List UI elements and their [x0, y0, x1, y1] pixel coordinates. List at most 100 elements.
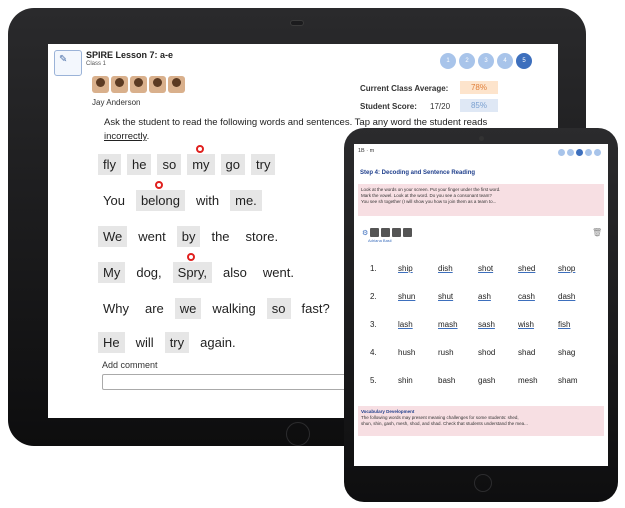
word-cell[interactable]: shin	[398, 376, 413, 385]
word-cell[interactable]: shad	[518, 348, 535, 357]
step-dot[interactable]	[594, 149, 601, 156]
error-mark-icon	[195, 145, 204, 153]
step-dot[interactable]	[576, 149, 583, 156]
word-cell[interactable]: shed	[518, 264, 535, 273]
word-chip[interactable]: You	[98, 190, 130, 211]
step-button-4[interactable]: 4	[497, 53, 513, 69]
word-chip[interactable]: my	[187, 145, 215, 175]
word-cell[interactable]: gash	[478, 376, 495, 385]
word-chip[interactable]: went.	[258, 262, 299, 283]
word-chip[interactable]: He	[98, 332, 125, 353]
word-chip[interactable]: dog,	[131, 262, 166, 283]
word-cell[interactable]: mesh	[518, 376, 538, 385]
row-number: 2.	[370, 292, 377, 301]
word-cell[interactable]: shod	[478, 348, 495, 357]
word-chip[interactable]: My	[98, 262, 126, 283]
word-cell[interactable]: rush	[438, 348, 454, 357]
avatar[interactable]	[130, 76, 147, 93]
word-cell[interactable]: dash	[558, 292, 575, 301]
home-button[interactable]	[286, 422, 310, 446]
word-cell[interactable]: lash	[398, 320, 413, 329]
avatar[interactable]	[370, 228, 380, 237]
word-chip[interactable]: Why	[98, 298, 134, 319]
word-cell[interactable]: shag	[558, 348, 575, 357]
word-chip[interactable]: he	[127, 154, 152, 175]
word-chip[interactable]: will	[131, 332, 159, 353]
row-number: 4.	[370, 348, 377, 357]
step-button-2[interactable]: 2	[459, 53, 475, 69]
word-chip[interactable]: try	[251, 154, 276, 175]
avatar[interactable]	[149, 76, 166, 93]
step-dot[interactable]	[567, 149, 574, 156]
reading-line: My dog, Spry, also went.	[98, 253, 305, 283]
comment-input[interactable]	[102, 374, 366, 390]
reading-line: He will try again.	[98, 332, 247, 353]
word-chip[interactable]: went	[133, 226, 170, 247]
word-chip[interactable]: we	[174, 298, 202, 319]
class-average-label: Current Class Average:	[360, 84, 449, 93]
row-number: 3.	[370, 320, 377, 329]
camera-icon	[479, 136, 484, 141]
word-cell[interactable]: sash	[478, 320, 495, 329]
word-chip[interactable]: fast?	[297, 298, 335, 319]
word-chip[interactable]: again.	[195, 332, 240, 353]
student-avatars	[92, 76, 185, 93]
word-cell[interactable]: fish	[558, 320, 570, 329]
word-cell[interactable]: cash	[518, 292, 535, 301]
row-number: 1.	[370, 264, 377, 273]
word-cell[interactable]: shun	[398, 292, 415, 301]
avatar[interactable]	[392, 228, 402, 237]
reading-line: Why are we walking so fast?	[98, 298, 341, 319]
word-chip[interactable]: the	[206, 226, 234, 247]
home-button[interactable]	[474, 474, 492, 492]
lesson-title: SPIRE Lesson 7: a-e	[86, 50, 174, 60]
word-cell[interactable]: dish	[438, 264, 453, 273]
word-cell[interactable]: mash	[438, 320, 458, 329]
step-button-1[interactable]: 1	[440, 53, 456, 69]
row-number: 5.	[370, 376, 377, 385]
word-chip[interactable]: belong	[135, 181, 185, 211]
word-cell[interactable]: ash	[478, 292, 491, 301]
student-score-label: Student Score:	[360, 102, 417, 111]
avatar[interactable]	[111, 76, 128, 93]
word-chip[interactable]: also	[218, 262, 252, 283]
avatar[interactable]	[92, 76, 109, 93]
word-chip[interactable]: so	[266, 298, 291, 319]
roster-label: Adriana Basil	[368, 238, 392, 243]
word-cell[interactable]: sham	[558, 376, 578, 385]
class-label: Class 1	[86, 61, 107, 67]
word-cell[interactable]: shop	[558, 264, 575, 273]
word-chip[interactable]: fly	[98, 154, 121, 175]
step-dot[interactable]	[585, 149, 592, 156]
word-chip[interactable]: with	[191, 190, 224, 211]
avatar[interactable]	[168, 76, 185, 93]
avatar[interactable]	[403, 228, 413, 237]
word-cell[interactable]: ship	[398, 264, 413, 273]
word-cell[interactable]: hush	[398, 348, 415, 357]
word-chip[interactable]: go	[220, 154, 246, 175]
small-header: 1B · m	[358, 148, 375, 154]
camera-icon	[290, 20, 304, 26]
word-chip[interactable]: walking	[207, 298, 260, 319]
word-chip[interactable]: try	[164, 332, 190, 353]
small-roster: ⚙	[362, 228, 413, 237]
word-chip[interactable]: by	[176, 226, 201, 247]
small-step-nav	[558, 149, 601, 156]
word-cell[interactable]: bash	[438, 376, 455, 385]
word-cell[interactable]: wish	[518, 320, 534, 329]
avatar[interactable]	[381, 228, 391, 237]
word-cell[interactable]: shut	[438, 292, 453, 301]
word-cell[interactable]: shot	[478, 264, 493, 273]
step-dot[interactable]	[558, 149, 565, 156]
word-chip[interactable]: me.	[230, 190, 262, 211]
word-chip[interactable]: are	[140, 298, 169, 319]
vocab-box: Vocabulary Development The following wor…	[358, 406, 604, 436]
gear-icon[interactable]: ⚙	[362, 229, 368, 237]
trash-icon[interactable]: 🗑	[592, 228, 602, 237]
word-chip[interactable]: Spry,	[172, 253, 213, 283]
step-button-5[interactable]: 5	[516, 53, 532, 69]
word-chip[interactable]: store.	[241, 226, 284, 247]
word-chip[interactable]: We	[98, 226, 128, 247]
step-button-3[interactable]: 3	[478, 53, 494, 69]
word-chip[interactable]: so	[157, 154, 182, 175]
